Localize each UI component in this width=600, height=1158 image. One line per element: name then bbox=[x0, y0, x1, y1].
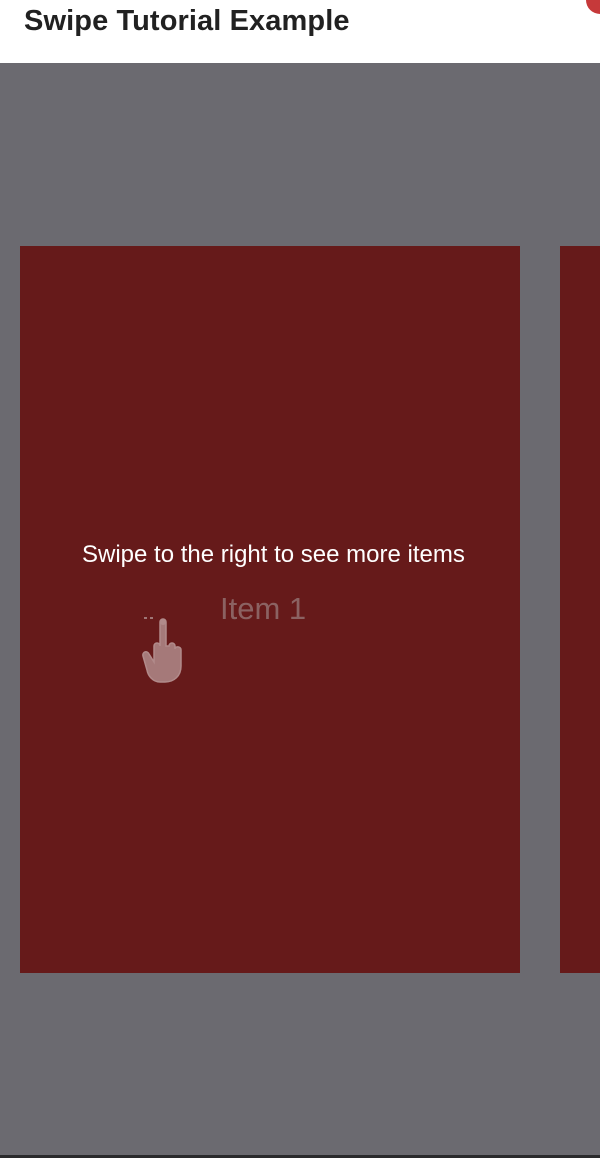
card-item-label: Item 1 bbox=[220, 591, 307, 626]
swipe-hand-icon bbox=[142, 617, 182, 683]
app-bar: Swipe Tutorial Example bbox=[0, 0, 600, 63]
app-title: Swipe Tutorial Example bbox=[24, 5, 350, 37]
screen: Swipe Tutorial Example Item 1 Swipe to t… bbox=[0, 0, 600, 1158]
corner-accent bbox=[586, 0, 600, 14]
swipe-carousel[interactable]: Item 1 Swipe to the right to see more it… bbox=[0, 63, 600, 1158]
carousel-card-item-1[interactable]: Item 1 bbox=[20, 246, 520, 973]
tutorial-message: Swipe to the right to see more items bbox=[82, 541, 465, 568]
carousel-card-next-peek[interactable] bbox=[560, 246, 600, 973]
